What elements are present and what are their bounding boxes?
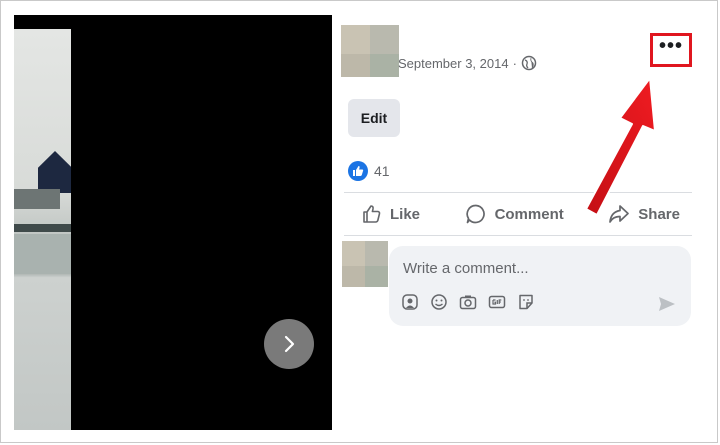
comment-composer [389,246,691,326]
sticker-icon[interactable] [517,293,535,311]
like-reaction-icon [348,161,368,181]
gif-icon[interactable] [488,293,506,311]
share-button[interactable]: Share [608,203,680,225]
commenter-avatar[interactable] [342,241,388,287]
reaction-summary[interactable]: 41 [348,161,390,181]
comment-label: Comment [494,205,564,223]
emoji-icon[interactable] [430,293,448,311]
camera-icon[interactable] [459,293,477,311]
globe-icon [521,55,537,71]
post-actions: Like Comment Share [344,197,692,231]
divider [344,235,692,236]
meta-separator: · [512,55,517,71]
more-options-icon: ••• [658,35,683,57]
avatar[interactable] [341,25,399,77]
thumbs-up-icon [363,205,381,223]
post-meta: September 3, 2014 · [398,55,537,71]
photo-viewer [14,15,332,430]
composer-tools [401,293,535,311]
more-options-button[interactable]: ••• [650,33,692,67]
like-label: Like [390,205,421,223]
photo [14,29,71,430]
like-button[interactable]: Like [362,204,420,224]
comment-icon [465,204,485,224]
comment-input[interactable] [401,256,675,280]
send-button[interactable] [657,294,677,319]
divider [344,192,692,193]
post-date[interactable]: September 3, 2014 [398,56,509,71]
reaction-count: 41 [374,163,390,179]
post-panel: September 3, 2014 · ••• Edit 41 Like Com… [332,15,704,430]
edit-button[interactable]: Edit [348,99,400,137]
next-photo-button[interactable] [264,319,314,369]
share-label: Share [638,205,680,223]
share-icon [609,205,630,223]
chevron-right-icon [284,335,295,353]
send-icon [659,297,675,311]
avatar-sticker-icon[interactable] [401,293,419,311]
comment-button[interactable]: Comment [465,203,564,225]
